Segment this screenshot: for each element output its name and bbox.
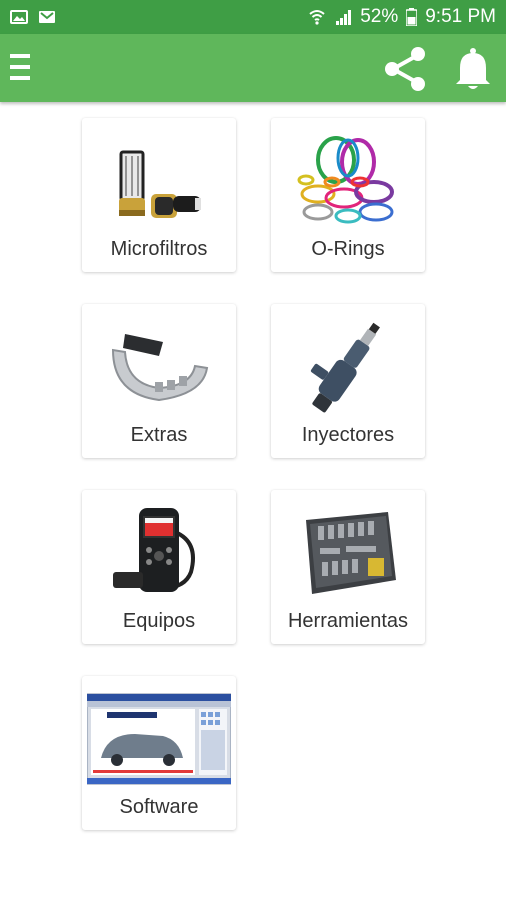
microfilter-image: [119, 150, 201, 218]
battery-percent: 52%: [360, 6, 399, 27]
clock: 9:51 PM: [425, 6, 496, 27]
category-card-extras[interactable]: Extras: [82, 304, 236, 458]
notifications-button[interactable]: [452, 46, 494, 92]
injector-image: [310, 322, 380, 413]
extras-clip-image: [111, 334, 209, 402]
battery-icon: [406, 8, 418, 26]
status-bar: 52% 9:51 PM: [0, 0, 506, 34]
category-label: Software: [119, 796, 199, 818]
category-card-equipos[interactable]: Equipos: [82, 490, 236, 644]
o-rings-image: [297, 136, 394, 224]
category-label: Equipos: [122, 610, 196, 632]
menu-button[interactable]: [8, 52, 32, 82]
tool-set-image: [306, 512, 396, 594]
category-label: Inyectores: [301, 424, 395, 446]
share-button[interactable]: [380, 44, 430, 94]
category-card-inyectores[interactable]: Inyectores: [271, 304, 425, 458]
image-notification-icon: [10, 10, 28, 24]
category-card-microfiltros[interactable]: Microfiltros: [82, 118, 236, 272]
category-card-herramientas[interactable]: Herramientas: [271, 490, 425, 644]
mail-notification-icon: [39, 11, 55, 23]
share-icon: [385, 47, 425, 91]
signal-icon: [336, 10, 352, 25]
category-label: Extras: [130, 424, 188, 446]
category-label: Microfiltros: [110, 238, 208, 260]
obd-scanner-image: [113, 508, 195, 592]
notification-icons: [10, 9, 56, 25]
category-card-software[interactable]: Software: [82, 676, 236, 830]
hamburger-menu-icon: [10, 54, 30, 80]
software-screenshot-image: [87, 693, 231, 785]
wifi-icon: [309, 10, 325, 25]
bell-icon: [456, 48, 490, 89]
category-card-o-rings[interactable]: O-Rings: [271, 118, 425, 272]
category-label: Herramientas: [287, 610, 409, 632]
category-label: O-Rings: [311, 238, 385, 260]
app-bar: [0, 34, 506, 102]
